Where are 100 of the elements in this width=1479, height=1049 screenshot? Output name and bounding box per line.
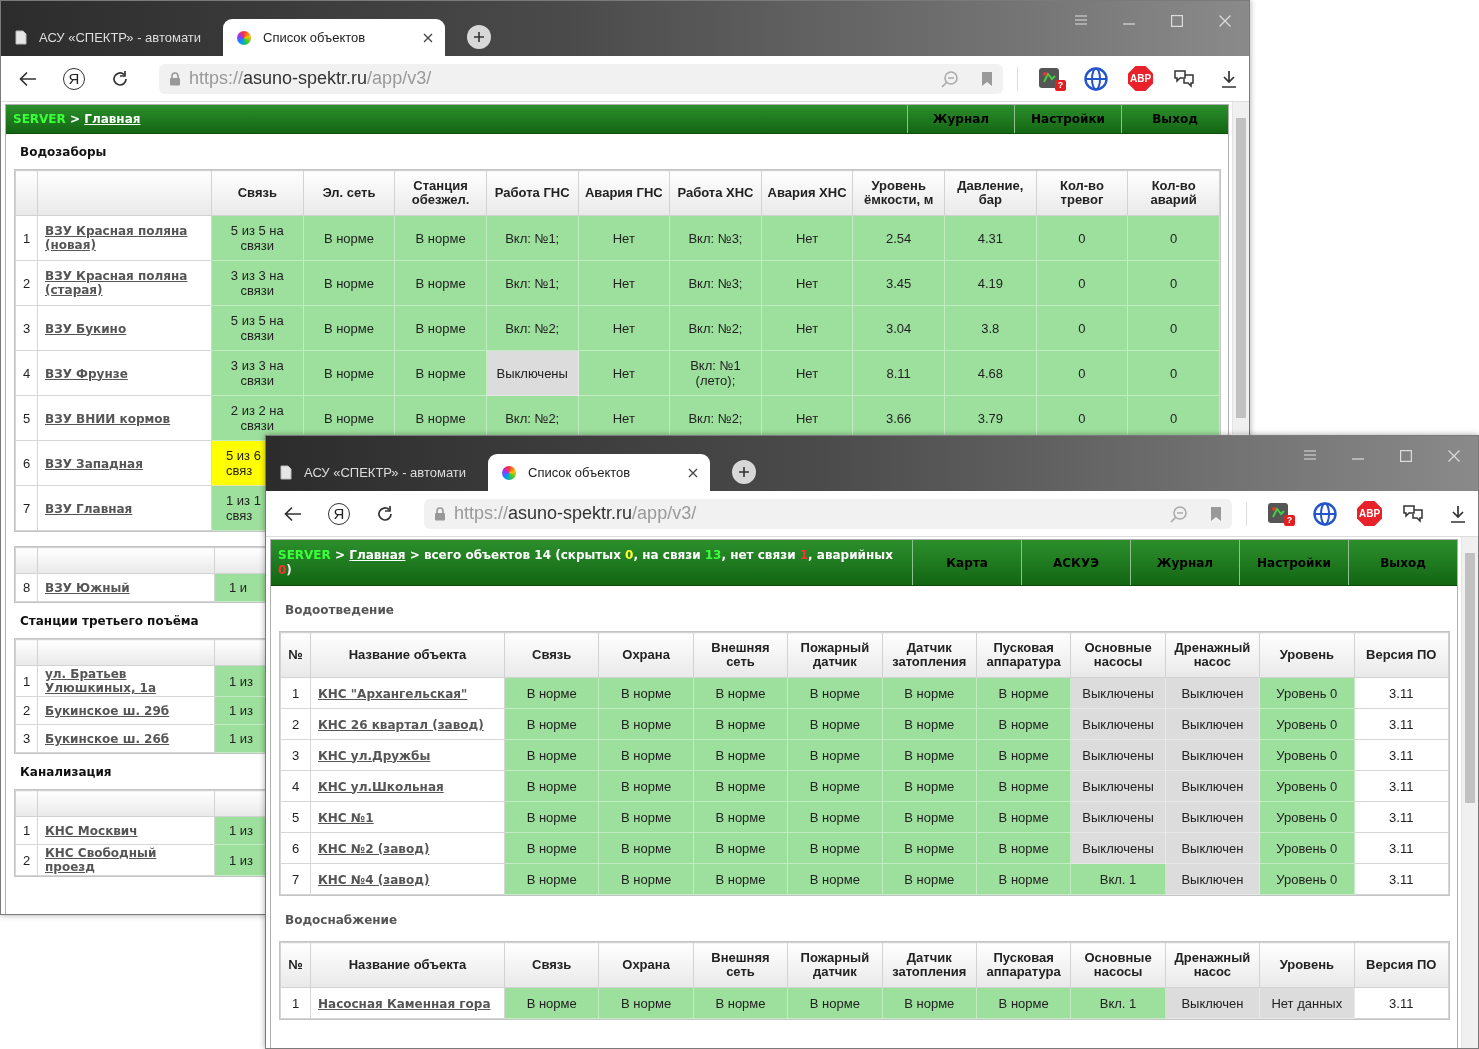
column-header: Основные насосы (1070, 632, 1166, 678)
badge: ? (1055, 79, 1066, 91)
ad-blocker-button[interactable]: ABP (1357, 501, 1382, 526)
row-number: 5 (280, 801, 311, 833)
scrollbar[interactable] (1232, 102, 1249, 434)
table-cell: В норме (598, 832, 694, 864)
table-cell: В норме (598, 801, 694, 833)
nav-link[interactable]: Настройки (1031, 112, 1105, 126)
table-cell: Выключен (1165, 863, 1260, 895)
table-cell: В норме (504, 801, 599, 833)
scrollbar-thumb[interactable] (1465, 553, 1475, 803)
new-tab-button[interactable] (467, 25, 491, 49)
nav-link[interactable]: Журнал (1156, 555, 1214, 570)
column-header: Связь (504, 632, 599, 678)
browser-tab[interactable]: АСУ «СПЕКТР» - автомати (1, 19, 223, 56)
nav-link[interactable]: Выход (1380, 555, 1426, 570)
column-header: Название объекта (310, 942, 505, 988)
table-cell: В норме (598, 739, 694, 771)
row-number: 6 (280, 832, 311, 864)
address-field[interactable]: https://asuno-spektr.ru/app/v3/ (424, 498, 1232, 529)
close-icon[interactable] (688, 467, 698, 478)
download-icon[interactable] (1221, 69, 1237, 88)
extension-button[interactable]: ? (1267, 501, 1293, 526)
plus-icon (738, 466, 750, 478)
new-tab-button[interactable] (732, 460, 756, 484)
back-icon[interactable] (284, 505, 302, 522)
chat-icon[interactable] (1173, 68, 1195, 89)
maximize-icon[interactable] (1400, 450, 1412, 462)
table-cell: Выключены (1070, 739, 1166, 771)
section-title: Водоснабжение (284, 912, 399, 929)
nav-link[interactable]: Выход (1152, 112, 1198, 126)
table-cell: В норме (976, 801, 1071, 833)
address-field[interactable]: https://asuno-spektr.ru/app/v3/ (159, 63, 1003, 94)
breadcrumb-link[interactable]: Главная (349, 547, 406, 562)
extension-button[interactable]: ? (1038, 66, 1064, 91)
table-cell: Выключен (1165, 801, 1260, 833)
menu-icon[interactable] (1075, 15, 1087, 25)
row-number: 4 (280, 770, 311, 802)
zoom-icon[interactable] (1170, 504, 1188, 523)
section-title: Канализация (19, 764, 113, 781)
object-link[interactable]: ВЗУ Фрунзе (45, 366, 128, 381)
reload-icon[interactable] (376, 504, 394, 523)
object-link[interactable]: ВЗУ Букино (45, 321, 127, 336)
breadcrumb-link[interactable]: Главная (84, 111, 141, 126)
globe-icon[interactable] (1313, 501, 1337, 526)
chat-icon[interactable] (1402, 503, 1424, 524)
table-cell: В норме (394, 350, 487, 396)
row-number: 2 (15, 260, 38, 306)
back-icon[interactable] (19, 70, 37, 87)
table-cell: Выключены (1070, 801, 1166, 833)
zoom-icon[interactable] (941, 69, 959, 88)
bookmark-icon[interactable] (981, 70, 993, 87)
globe-icon[interactable] (1084, 66, 1108, 91)
close-icon[interactable] (423, 32, 433, 43)
object-link[interactable]: ВЗУ Западная (45, 456, 143, 471)
table-cell: В норме (598, 677, 694, 709)
table-cell: Нет (578, 350, 670, 396)
table-cell: 3.11 (1354, 770, 1449, 802)
color-wheel-icon (237, 30, 251, 45)
page-icon (280, 465, 292, 480)
column-header: Название объекта (310, 632, 505, 678)
table-cell: В норме (787, 863, 883, 895)
table-cell: 0 (1127, 215, 1220, 261)
browser-tab[interactable]: Список объектов (488, 454, 710, 491)
table-cell: В норме (976, 863, 1071, 895)
reload-icon[interactable] (111, 69, 129, 88)
table-cell: В норме (693, 863, 788, 895)
tab-title: АСУ «СПЕКТР» - автомати (304, 465, 468, 480)
table-cell: 2.54 (852, 215, 945, 261)
table-cell: 4.68 (944, 350, 1037, 396)
scrollbar[interactable] (1461, 537, 1478, 1048)
ad-blocker-button[interactable]: ABP (1128, 66, 1153, 91)
download-icon[interactable] (1450, 504, 1466, 523)
table-cell: В норме (504, 677, 599, 709)
column-header: Охрана (598, 942, 694, 988)
table-cell: В норме (598, 987, 694, 1019)
table-cell: 3.11 (1354, 801, 1449, 833)
nav-link[interactable]: Журнал (932, 112, 990, 126)
nav-link[interactable]: АСКУЭ (1053, 555, 1099, 570)
column-header: Охрана (598, 632, 694, 678)
menu-icon[interactable] (1304, 450, 1316, 460)
table-cell: В норме (882, 708, 977, 740)
object-link[interactable]: ВЗУ Главная (45, 501, 133, 516)
browser-tab[interactable]: Список объектов (223, 19, 445, 56)
table-cell: Уровень 0 (1259, 832, 1354, 864)
row-number: 8 (15, 573, 38, 602)
table-cell: В норме (504, 863, 599, 895)
table-cell: Нет (578, 305, 670, 351)
maximize-icon[interactable] (1171, 15, 1183, 27)
table-cell: В норме (504, 739, 599, 771)
nav-link[interactable]: Карта (946, 555, 988, 570)
table-cell: В норме (787, 708, 883, 740)
nav-link[interactable]: Настройки (1257, 555, 1331, 570)
column-header: Связь (211, 170, 304, 216)
column-header: Датчик затопления (882, 632, 977, 678)
row-number: 5 (15, 395, 38, 441)
bookmark-icon[interactable] (1210, 505, 1222, 522)
table-cell: Вкл: №1; (486, 260, 578, 306)
scrollbar-thumb[interactable] (1236, 118, 1246, 418)
table-cell: Вкл: №3; (669, 215, 762, 261)
